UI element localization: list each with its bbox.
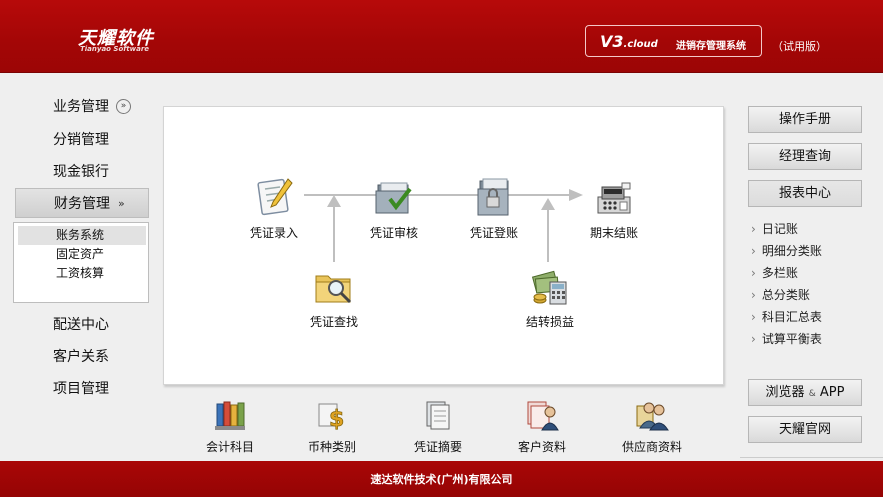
- report-link-multi-column[interactable]: › 多栏账: [751, 264, 798, 281]
- sidebar-item-finance[interactable]: 财务管理 »: [15, 188, 149, 218]
- flow-voucher-search[interactable]: 凭证查找: [289, 264, 379, 330]
- submenu-item-accounts[interactable]: 账务系统: [18, 226, 146, 245]
- accounting-flow-panel: 凭证录入 凭证审核 凭证登账 期末结账 凭证查找 结转损益: [163, 106, 724, 385]
- sidebar-item-distribution[interactable]: 分销管理: [15, 125, 149, 155]
- supplier-people-icon: [636, 402, 669, 431]
- chevron-right-icon: ›: [751, 332, 756, 346]
- document-pen-icon: [257, 178, 293, 216]
- flow-line-search: [333, 202, 335, 262]
- chevron-right-icon: ›: [751, 288, 756, 302]
- logo-subtext: Tianyao Software: [80, 45, 150, 53]
- report-link-detail-ledger[interactable]: › 明细分类账: [751, 242, 822, 259]
- cash-register-icon: [597, 182, 631, 214]
- finance-submenu: 账务系统 固定资产 工资核算: [13, 222, 149, 303]
- company-name: 速达软件技术(广州)有限公司: [370, 473, 513, 486]
- folder-search-icon: [315, 275, 352, 304]
- flow-voucher-review[interactable]: 凭证审核: [349, 175, 439, 241]
- sidebar-item-customer-relations[interactable]: 客户关系: [15, 342, 149, 372]
- chevron-right-icon: ›: [751, 222, 756, 236]
- svg-text:$: $: [329, 407, 344, 432]
- sidebar-item-cash-bank[interactable]: 现金银行: [15, 157, 149, 187]
- system-name: 进销存管理系统: [676, 41, 746, 52]
- bottom-accounting-subjects[interactable]: 会计科目: [185, 398, 275, 455]
- chevron-right-icon: ›: [751, 310, 756, 324]
- chevron-down-circle-icon: »: [116, 99, 131, 114]
- chevron-right-icon: ›: [751, 244, 756, 258]
- bottom-supplier-info[interactable]: 供应商资料: [607, 398, 697, 455]
- flow-voucher-entry[interactable]: 凭证录入: [229, 175, 319, 241]
- flow-line-profit: [547, 205, 549, 262]
- browser-app-button[interactable]: 浏览器 & APP: [748, 379, 862, 406]
- report-link-journal[interactable]: › 日记账: [751, 220, 798, 237]
- submenu-item-fixed-assets[interactable]: 固定资产: [18, 245, 146, 264]
- report-link-general-ledger[interactable]: › 总分类账: [751, 286, 810, 303]
- footer-bar: 速达软件技术(广州)有限公司: [0, 461, 883, 497]
- documents-icon: [426, 401, 450, 430]
- chevron-double-down-icon: »: [118, 197, 125, 210]
- currency-dollar-icon: $: [318, 403, 345, 432]
- bottom-currency-types[interactable]: $ 币种类别: [287, 398, 377, 455]
- trial-label: （试用版）: [772, 40, 827, 53]
- arrow-up-icon: [327, 195, 341, 207]
- folder-lock-icon: [477, 178, 509, 216]
- chevron-right-icon: ›: [751, 266, 756, 280]
- arrow-up-icon: [541, 198, 555, 210]
- ledger-books-icon: [215, 401, 245, 430]
- header-bar: 天耀软件 Tianyao Software V3.cloud 进销存管理系统 （…: [0, 0, 883, 73]
- sidebar-item-delivery[interactable]: 配送中心: [15, 310, 149, 340]
- folder-check-icon: [375, 182, 412, 214]
- report-link-trial-balance[interactable]: › 试算平衡表: [751, 330, 822, 347]
- flow-voucher-post[interactable]: 凭证登账: [449, 175, 539, 241]
- report-center-button[interactable]: 报表中心: [748, 180, 862, 207]
- bottom-customer-info[interactable]: 客户资料: [497, 398, 587, 455]
- bottom-voucher-summary[interactable]: 凭证摘要: [393, 398, 483, 455]
- manual-button[interactable]: 操作手册: [748, 106, 862, 133]
- report-link-subject-summary[interactable]: › 科目汇总表: [751, 308, 822, 325]
- version-label: V3.cloud: [600, 32, 658, 51]
- sidebar-item-business[interactable]: 业务管理 »: [15, 92, 149, 122]
- website-button[interactable]: 天耀官网: [748, 416, 862, 443]
- flow-period-close[interactable]: 期末结账: [569, 175, 659, 241]
- version-badge: V3.cloud 进销存管理系统: [585, 25, 762, 57]
- submenu-item-payroll[interactable]: 工资核算: [18, 264, 146, 283]
- money-calculator-icon: [531, 270, 567, 305]
- flow-profit-transfer[interactable]: 结转损益: [505, 264, 595, 330]
- manager-query-button[interactable]: 经理查询: [748, 143, 862, 170]
- right-divider: [740, 457, 883, 458]
- sidebar-item-projects[interactable]: 项目管理: [15, 374, 149, 404]
- client-cards-icon: [527, 401, 559, 431]
